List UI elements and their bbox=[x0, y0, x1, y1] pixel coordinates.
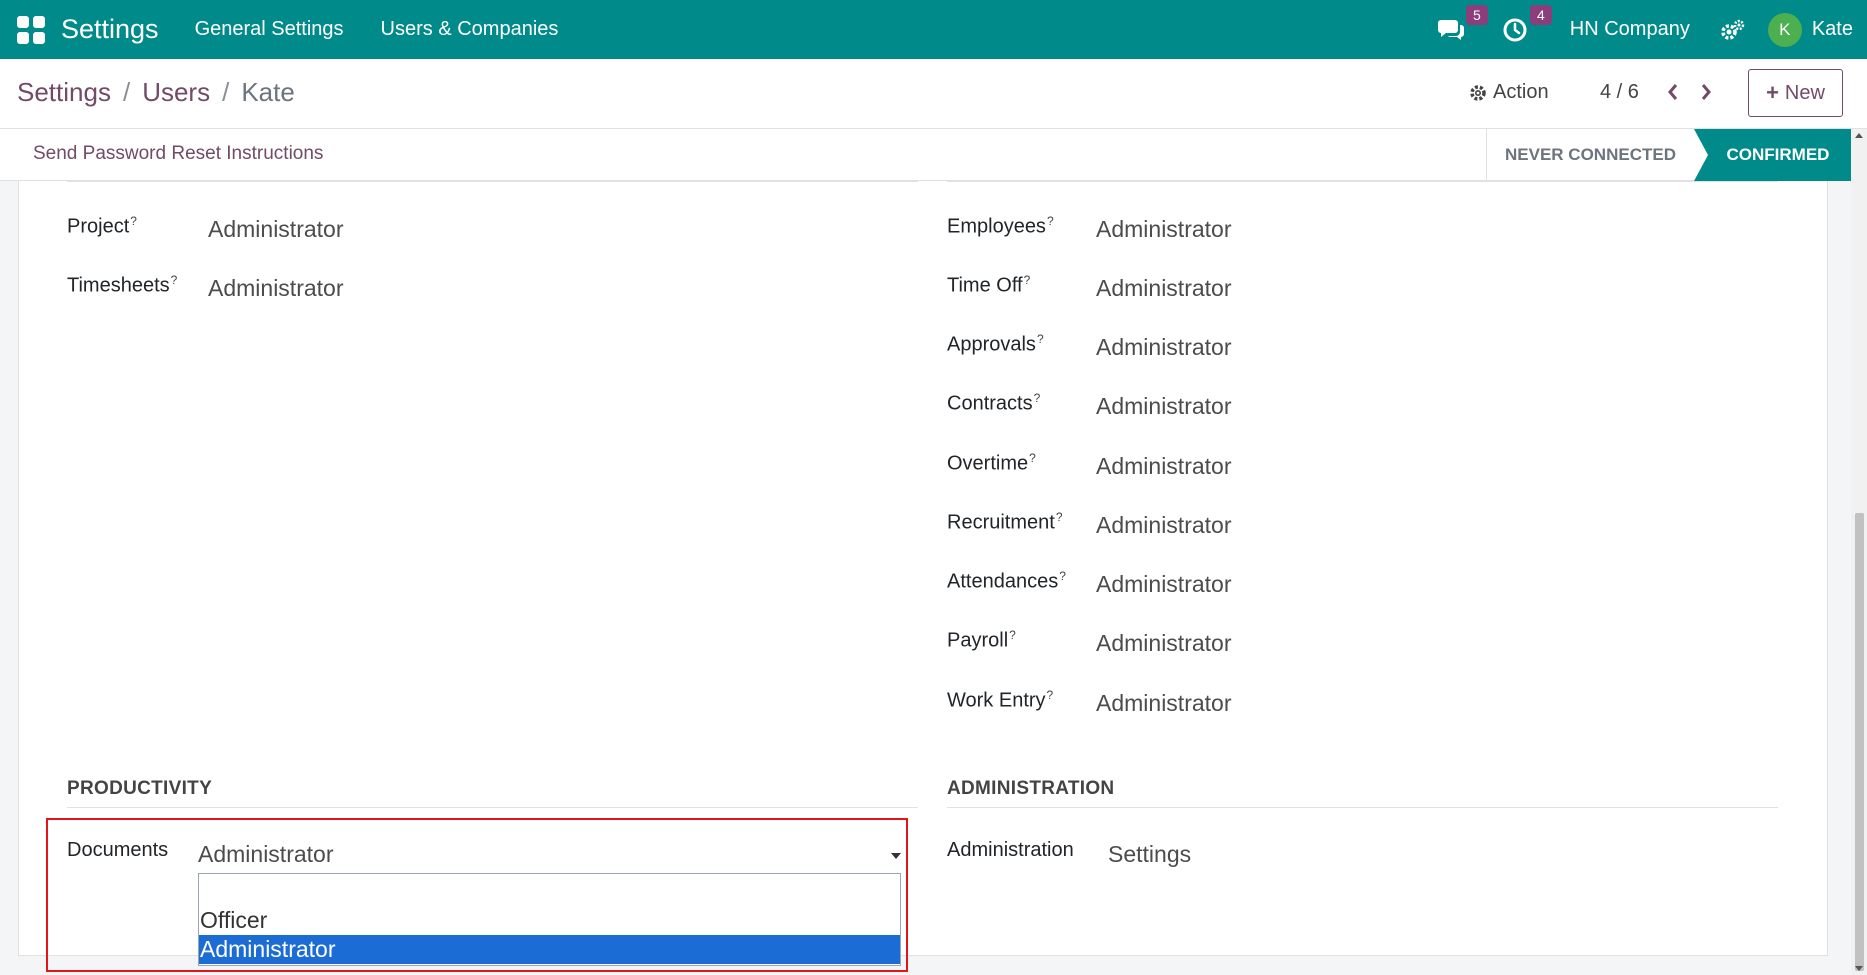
field-value-contracts[interactable]: Administrator bbox=[1096, 393, 1231, 420]
field-label-administration: Administration bbox=[947, 839, 1074, 861]
stage-never-connected[interactable]: NEVER CONNECTED bbox=[1486, 129, 1694, 181]
field-value-timesheets[interactable]: Administrator bbox=[208, 275, 343, 302]
pager-value[interactable]: 4 / 6 bbox=[1600, 81, 1639, 104]
chat-icon bbox=[1437, 19, 1464, 40]
field-contracts: Contracts? bbox=[947, 391, 1040, 416]
breadcrumb-users[interactable]: Users bbox=[142, 77, 210, 108]
menu-users-companies[interactable]: Users & Companies bbox=[381, 18, 559, 41]
field-label: Time Off? bbox=[947, 273, 1031, 297]
stage-confirmed[interactable]: CONFIRMED bbox=[1694, 129, 1852, 181]
breadcrumb-separator: / bbox=[122, 77, 131, 107]
avatar[interactable]: K bbox=[1767, 12, 1802, 47]
company-switcher[interactable]: HN Company bbox=[1570, 18, 1690, 41]
field-value-overtime[interactable]: Administrator bbox=[1096, 453, 1231, 480]
field-payroll: Payroll? bbox=[947, 628, 1016, 653]
field-label: Recruitment? bbox=[947, 510, 1063, 534]
field-label: Payroll? bbox=[947, 628, 1016, 652]
divider bbox=[947, 181, 1778, 182]
debug-settings-button[interactable] bbox=[1718, 15, 1748, 45]
apps-grid-icon[interactable] bbox=[17, 15, 45, 44]
field-label: Employees? bbox=[947, 214, 1054, 238]
field-value-attendances[interactable]: Administrator bbox=[1096, 571, 1231, 598]
field-value-approvals[interactable]: Administrator bbox=[1096, 334, 1231, 361]
breadcrumb-separator: / bbox=[222, 77, 230, 107]
scrollbar[interactable] bbox=[1851, 129, 1867, 975]
action-menu-button[interactable]: Action bbox=[1469, 81, 1549, 104]
field-value-work-entry[interactable]: Administrator bbox=[1096, 690, 1231, 717]
field-label: Attendances? bbox=[947, 569, 1066, 593]
field-approvals: Approvals? bbox=[947, 332, 1044, 357]
control-panel: Settings / Users / Kate Action 4 / 6 + N… bbox=[0, 59, 1867, 129]
chevron-left-icon bbox=[1668, 84, 1678, 100]
field-project: Project? bbox=[67, 214, 137, 239]
status-bar: Send Password Reset Instructions NEVER C… bbox=[0, 129, 1867, 181]
field-overtime: Overtime? bbox=[947, 451, 1036, 476]
new-button[interactable]: + New bbox=[1748, 69, 1843, 117]
field-value-employees[interactable]: Administrator bbox=[1096, 216, 1231, 243]
messages-button[interactable]: 5 bbox=[1436, 4, 1488, 45]
field-employees: Employees? bbox=[947, 214, 1054, 239]
breadcrumb: Settings / Users / Kate bbox=[17, 77, 295, 108]
field-value-payroll[interactable]: Administrator bbox=[1096, 630, 1231, 657]
action-label: Action bbox=[1493, 81, 1549, 103]
field-label: Contracts? bbox=[947, 391, 1041, 415]
field-label: Project? bbox=[67, 214, 137, 238]
pager-previous-button[interactable] bbox=[1662, 79, 1684, 105]
chevron-right-icon bbox=[1701, 84, 1711, 100]
scroll-thumb[interactable] bbox=[1855, 513, 1864, 971]
field-attendances: Attendances? bbox=[947, 569, 1066, 594]
breadcrumb-current: Kate bbox=[241, 77, 295, 107]
divider bbox=[67, 807, 918, 808]
section-title-administration: ADMINISTRATION bbox=[947, 778, 1115, 799]
user-menu[interactable]: Kate bbox=[1812, 18, 1853, 41]
divider bbox=[947, 807, 1778, 808]
gears-icon bbox=[1721, 19, 1745, 40]
field-value-recruitment[interactable]: Administrator bbox=[1096, 512, 1231, 539]
field-time-off: Time Off? bbox=[947, 273, 1030, 298]
field-value-time-off[interactable]: Administrator bbox=[1096, 275, 1231, 302]
activities-badge: 4 bbox=[1530, 4, 1552, 25]
plus-icon: + bbox=[1766, 80, 1779, 105]
field-value-administration[interactable]: Settings bbox=[1108, 841, 1191, 868]
gear-icon bbox=[1470, 84, 1486, 101]
highlight-box bbox=[46, 818, 908, 972]
field-value-project[interactable]: Administrator bbox=[208, 216, 343, 243]
field-label: Work Entry? bbox=[947, 688, 1054, 712]
activities-button[interactable]: 4 bbox=[1500, 4, 1552, 45]
divider bbox=[67, 181, 918, 182]
field-timesheets: Timesheets? bbox=[67, 273, 177, 298]
send-password-reset-button[interactable]: Send Password Reset Instructions bbox=[33, 143, 323, 165]
scroll-down-icon[interactable] bbox=[1855, 966, 1863, 971]
scroll-up-icon[interactable] bbox=[1855, 133, 1863, 138]
top-navbar: Settings General Settings Users & Compan… bbox=[0, 0, 1867, 59]
field-label: Overtime? bbox=[947, 451, 1036, 475]
clock-icon bbox=[1503, 18, 1527, 41]
field-work-entry: Work Entry? bbox=[947, 688, 1053, 713]
menu-general-settings[interactable]: General Settings bbox=[195, 18, 344, 41]
app-title[interactable]: Settings bbox=[61, 14, 159, 45]
new-label: New bbox=[1784, 81, 1825, 104]
messages-badge: 5 bbox=[1466, 4, 1488, 25]
field-label: Timesheets? bbox=[67, 273, 178, 297]
breadcrumb-settings[interactable]: Settings bbox=[17, 77, 111, 108]
section-title-productivity: PRODUCTIVITY bbox=[67, 778, 213, 799]
field-label: Approvals? bbox=[947, 332, 1044, 356]
field-recruitment: Recruitment? bbox=[947, 510, 1063, 535]
pager-next-button[interactable] bbox=[1695, 79, 1717, 105]
